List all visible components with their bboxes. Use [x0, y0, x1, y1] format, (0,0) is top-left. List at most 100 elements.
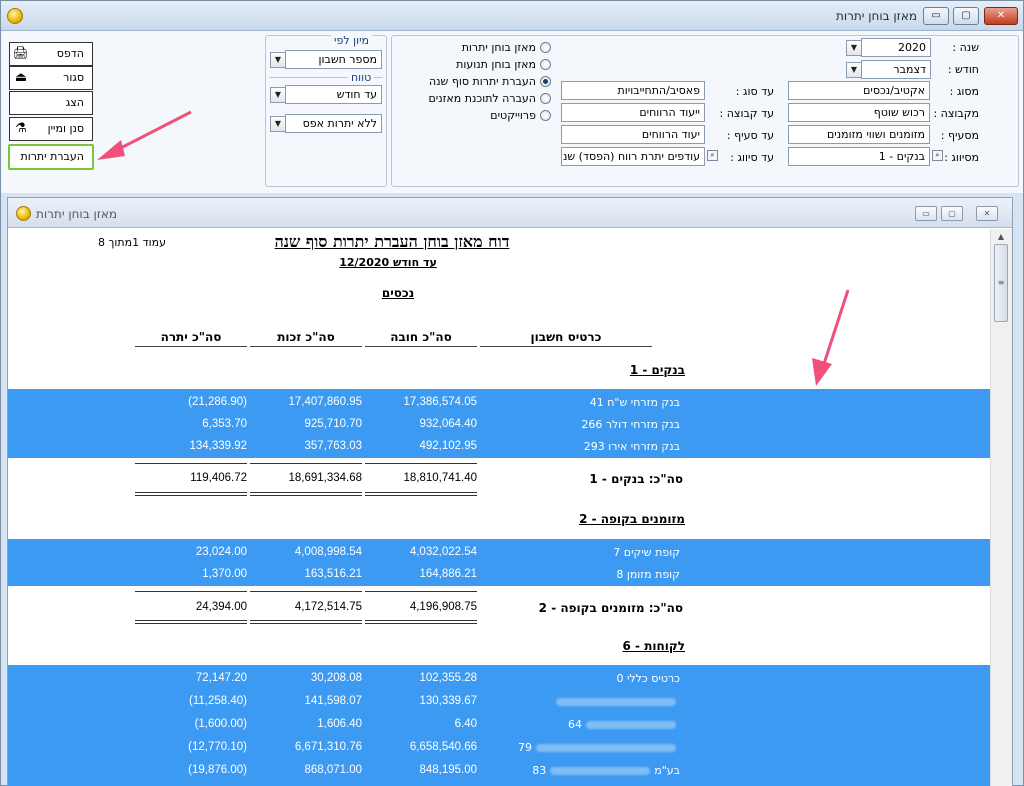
sort-field[interactable]: מספר חשבון: [285, 50, 382, 69]
total-credit: 18,691,334.68: [288, 472, 362, 484]
radio-icon[interactable]: [540, 109, 551, 121]
minimize-icon: ▭: [922, 209, 930, 218]
show-button[interactable]: הצג: [9, 91, 93, 115]
cell-credit: 141,598.07: [304, 695, 362, 707]
radio-icon[interactable]: [540, 58, 551, 70]
double-line: [135, 492, 247, 493]
maximize-icon: ▢: [948, 209, 956, 218]
group-title-cash: מזומנים בקופה - 2: [579, 512, 685, 526]
col-account: כרטיס חשבון: [530, 330, 602, 344]
minimize-button[interactable]: ▭: [923, 7, 949, 25]
total-line: [365, 463, 477, 464]
radio-projects[interactable]: פרוייקטים: [490, 107, 551, 123]
radio-trial-balance[interactable]: מאזן בוחן יתרות: [462, 39, 551, 55]
maximize-button[interactable]: ▢: [953, 7, 979, 25]
group-field[interactable]: רכוש שוטף: [788, 103, 930, 122]
cell-balance: (11,258.40): [189, 695, 247, 707]
maximize-icon: ▢: [961, 10, 971, 21]
report-minimize-button[interactable]: ▭: [915, 206, 937, 221]
cell-balance: (12,770.10): [188, 741, 247, 753]
year-dropdown-icon[interactable]: ▼: [846, 40, 862, 56]
class-label: מסיווג :: [944, 151, 979, 164]
report-maximize-button[interactable]: ▢: [941, 206, 963, 221]
range-dropdown-icon[interactable]: ▼: [270, 87, 286, 103]
group-title-banks: בנקים - 1: [629, 363, 685, 377]
double-line: [250, 623, 362, 624]
filter-panel: שנה : 2020 ▼ חודש : דצמבר ▼ מסוג : אקטיב…: [1, 31, 1023, 193]
class-to-field[interactable]: עודפים יתרת רווח (הפסד) שנ: [561, 147, 705, 166]
section-to-field[interactable]: יעוד הרווחים: [561, 125, 705, 144]
filter-sort-button[interactable]: ⚗ סנן ומיין: [9, 117, 93, 141]
report-app-icon: [16, 206, 31, 221]
sort-dropdown-icon[interactable]: ▼: [270, 52, 286, 68]
section-to-label: עד סעיף :: [726, 129, 774, 142]
total-balance: 24,394.00: [195, 601, 247, 613]
report-scrollbar[interactable]: ▲ ≡: [990, 229, 1012, 786]
section-label: מסעיף :: [940, 129, 979, 142]
group-total-label: סה"כ: מזומנים בקופה - 2: [538, 601, 683, 615]
radio-icon[interactable]: [540, 92, 551, 104]
cell-balance: (1,600.00): [194, 718, 247, 730]
type-to-field[interactable]: פאסיב/התחייבויות: [561, 81, 705, 100]
exit-icon: ⏏: [14, 70, 28, 85]
group-total-label: סה"כ: בנקים - 1: [589, 472, 683, 486]
cell-credit: 868,071.00: [304, 764, 362, 776]
total-line: [135, 463, 247, 464]
total-line: [250, 463, 362, 464]
group-to-field[interactable]: ייעוד הרווחים: [561, 103, 705, 122]
cell-debit: 164,886.21: [419, 568, 477, 580]
cell-balance: (19,876.00): [188, 764, 247, 776]
col-debit: סה"כ חובה: [390, 330, 452, 344]
redacted-text: [586, 721, 676, 729]
app-icon: [7, 8, 23, 24]
minimize-icon: ▭: [931, 10, 941, 21]
month-field[interactable]: דצמבר: [861, 60, 931, 79]
total-debit: 18,810,741.40: [403, 472, 477, 484]
close-report-button[interactable]: ⏏ סגור: [9, 66, 93, 90]
year-field[interactable]: 2020: [861, 38, 931, 57]
main-window: מאזן בוחן יתרות ▭ ▢ ✕ שנה : 2020 ▼ חודש …: [0, 0, 1024, 786]
class-field[interactable]: בנקים - 1: [788, 147, 930, 166]
report-close-button[interactable]: ✕: [976, 206, 998, 221]
cell-credit: 30,208.08: [310, 672, 362, 684]
class-to-label: עד סיווג :: [730, 151, 774, 164]
class-to-lookup-icon[interactable]: ⌕: [707, 150, 718, 161]
type-field[interactable]: אקטיב/נכסים: [788, 81, 930, 100]
scroll-up-icon[interactable]: ▲: [995, 232, 1007, 242]
double-line: [250, 620, 362, 621]
double-line: [250, 492, 362, 493]
range-title: טווח: [348, 71, 375, 84]
print-button[interactable]: 🖨 הדפס: [9, 42, 93, 66]
radio-year-end-transfer[interactable]: העברת יתרות סוף שנה: [429, 73, 551, 89]
report-window-title-bar: מאזן בוחן יתרות ▭ ▢ ✕: [8, 198, 1012, 228]
total-line: [250, 591, 362, 592]
report-content: דוח מאזן בוחן העברת יתרות סוף שנה עד חוד…: [8, 229, 990, 786]
zero-balance-dropdown-icon[interactable]: ▼: [270, 116, 286, 132]
cell-balance: 23,024.00: [195, 546, 247, 558]
month-dropdown-icon[interactable]: ▼: [846, 62, 862, 78]
radio-balance-software[interactable]: העברה לתוכנת מאזנים: [428, 90, 551, 106]
cell-credit: 17,407,860.95: [288, 396, 362, 408]
cell-debit: 6,658,540.66: [409, 741, 477, 753]
range-field[interactable]: עד חודש: [285, 85, 382, 104]
close-button[interactable]: ✕: [984, 7, 1018, 25]
double-line: [250, 495, 362, 496]
col-balance: סה"כ יתרה: [160, 330, 222, 344]
scroll-thumb[interactable]: ≡: [994, 244, 1008, 322]
group-to-label: עד קבוצה :: [719, 107, 774, 120]
section-field[interactable]: מזומנים ושווי מזומנים: [788, 125, 930, 144]
radio-trial-movements[interactable]: מאזן בוחן תנועות: [456, 56, 551, 72]
radio-icon[interactable]: [540, 41, 551, 53]
total-line: [135, 591, 247, 592]
double-line: [135, 620, 247, 621]
cell-credit: 925,710.70: [304, 418, 362, 430]
title-bar: מאזן בוחן יתרות ▭ ▢ ✕: [1, 1, 1023, 31]
report-window: מאזן בוחן יתרות ▭ ▢ ✕ דוח מאזן בוחן העבר…: [7, 197, 1013, 786]
cell-debit: 17,386,574.05: [403, 396, 477, 408]
cell-debit: 102,355.28: [419, 672, 477, 684]
zero-balance-field[interactable]: ללא יתרות אפס: [285, 114, 382, 133]
radio-selected-icon[interactable]: [540, 75, 551, 87]
cell-debit: 932,064.40: [419, 418, 477, 430]
class-lookup-icon[interactable]: ⌕: [932, 150, 943, 161]
transfer-balances-button[interactable]: העברת יתרות: [8, 144, 94, 170]
